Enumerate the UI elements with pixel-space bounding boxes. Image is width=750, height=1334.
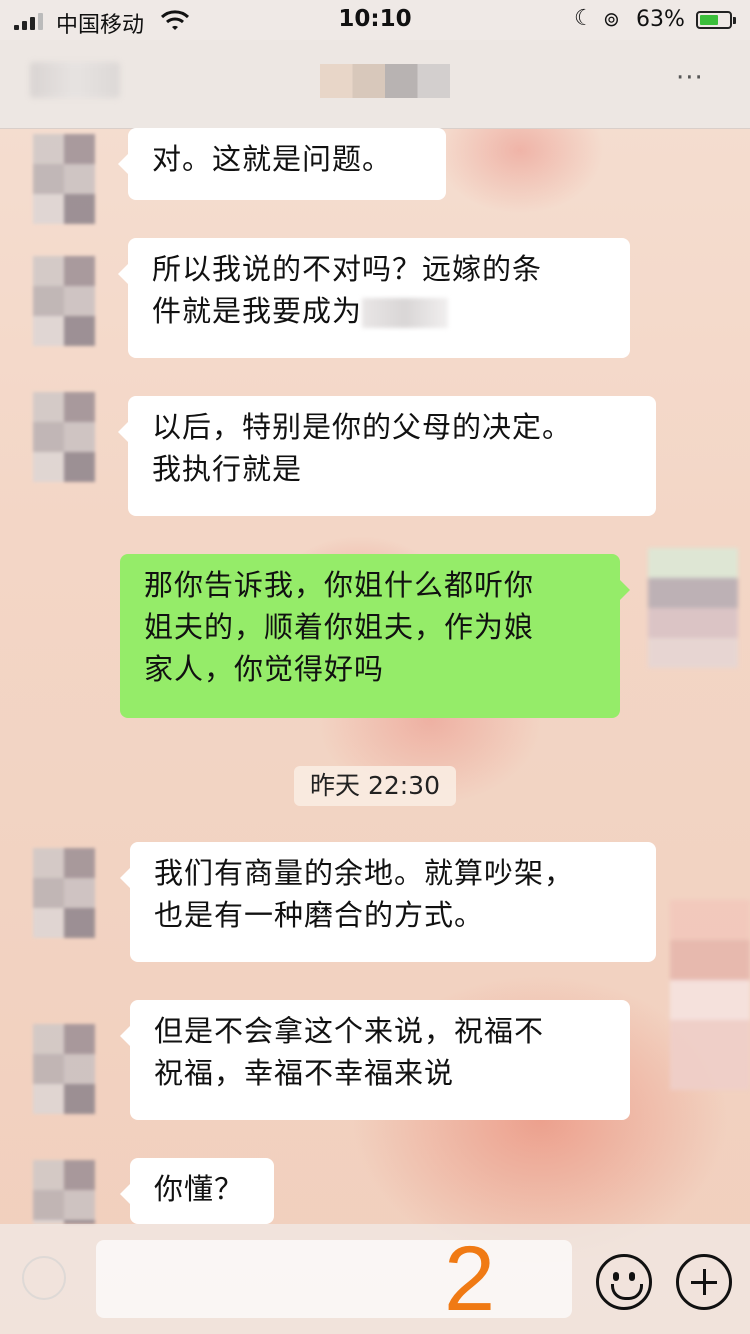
more-options-icon[interactable]: ···: [676, 65, 720, 92]
message-bubble[interactable]: 所以我说的不对吗？远嫁的条 件就是我要成为: [118, 238, 630, 358]
message-text: 祝福，幸福不幸福来说: [154, 1056, 455, 1090]
avatar[interactable]: [33, 1024, 95, 1114]
message-text: 对。这就是问题。: [152, 142, 393, 176]
chat-title: [320, 64, 450, 98]
message-bubble[interactable]: 对。这就是问题。: [118, 128, 446, 200]
my-avatar[interactable]: [648, 548, 738, 668]
redacted-text: [362, 298, 449, 328]
message-bubble[interactable]: 你懂？: [120, 1158, 274, 1224]
message-text: 你懂？: [154, 1172, 245, 1206]
plus-icon[interactable]: [676, 1254, 732, 1310]
avatar[interactable]: [33, 1160, 95, 1224]
input-bar: 2: [0, 1224, 750, 1334]
message-text: 那你告诉我，你姐什么都听你: [144, 568, 535, 602]
message-text: 我们有商量的余地。就算吵架，: [154, 856, 575, 890]
avatar[interactable]: [33, 392, 95, 482]
message-text: 件就是我要成为: [152, 294, 363, 328]
message-text: 以后，特别是你的父母的决定。: [152, 410, 573, 444]
avatar[interactable]: [33, 134, 95, 224]
blurred-sticker: [670, 900, 750, 1090]
avatar[interactable]: [33, 256, 95, 346]
back-button[interactable]: [30, 62, 120, 98]
chat-header: ···: [0, 40, 750, 129]
message-text: 家人，你觉得好吗: [144, 652, 385, 686]
message-text: 我执行就是: [152, 452, 303, 486]
message-input[interactable]: [96, 1240, 572, 1318]
rotation-lock-icon: ⊚: [603, 7, 620, 31]
message-bubble[interactable]: 但是不会拿这个来说，祝福不 祝福，幸福不幸福来说: [120, 1000, 630, 1120]
annotation-number: 2: [444, 1228, 496, 1330]
message-text: 但是不会拿这个来说，祝福不: [154, 1014, 545, 1048]
battery-percent: 63%: [636, 7, 685, 32]
voice-input-icon[interactable]: [22, 1256, 66, 1300]
status-bar: 中国移动 10:10 ☾ ⊚ 63%: [0, 0, 750, 40]
emoji-icon[interactable]: [596, 1254, 652, 1310]
message-text: 也是有一种磨合的方式。: [154, 898, 485, 932]
do-not-disturb-icon: ☾: [574, 6, 594, 31]
message-text: 所以我说的不对吗？远嫁的条: [152, 252, 543, 286]
message-bubble[interactable]: 我们有商量的余地。就算吵架， 也是有一种磨合的方式。: [120, 842, 656, 962]
message-bubble[interactable]: 以后，特别是你的父母的决定。 我执行就是: [118, 396, 656, 516]
message-text: 姐夫的，顺着你姐夫，作为娘: [144, 610, 535, 644]
timestamp-label: 昨天 22:30: [294, 766, 456, 806]
avatar[interactable]: [33, 848, 95, 938]
my-message-bubble[interactable]: 那你告诉我，你姐什么都听你 姐夫的，顺着你姐夫，作为娘 家人，你觉得好吗: [120, 554, 630, 718]
battery-icon: [696, 11, 736, 29]
